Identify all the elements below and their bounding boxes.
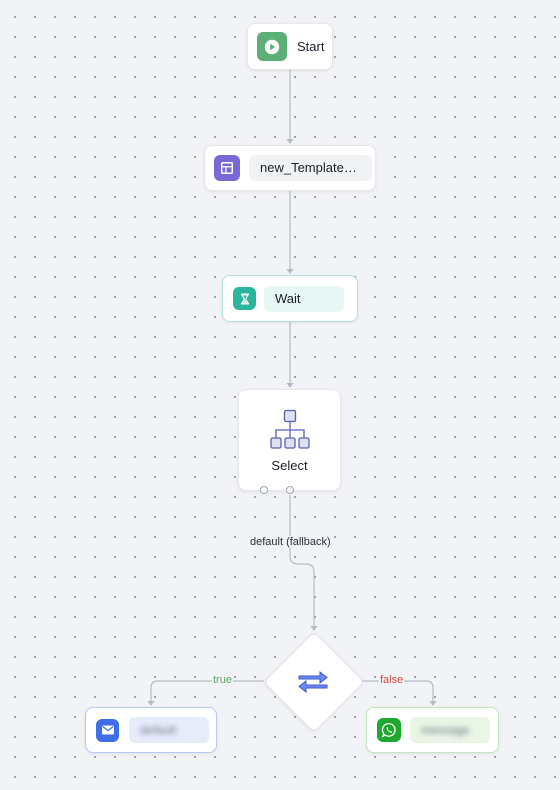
start-node-label: Start — [297, 39, 325, 54]
play-icon — [257, 32, 287, 61]
edge-select-condition — [289, 495, 315, 628]
hierarchy-icon — [269, 409, 310, 449]
arrow-head-whatsapp — [429, 701, 437, 706]
select-node[interactable]: Select — [238, 389, 341, 491]
email-node-label: default — [140, 723, 177, 737]
edge-label-fallback: default (fallback) — [249, 536, 332, 548]
wait-node[interactable]: Wait — [222, 275, 358, 322]
whatsapp-node-label: message — [421, 723, 470, 737]
select-node-label: Select — [271, 457, 308, 473]
edge-label-false: false — [379, 674, 405, 686]
arrow-head-template — [286, 139, 294, 144]
template-node-label: new_Template_... — [249, 155, 372, 181]
wait-node-label: Wait — [264, 285, 344, 312]
start-node[interactable]: Start — [247, 23, 333, 70]
hourglass-icon — [233, 287, 256, 310]
edge-condition-true — [150, 680, 264, 703]
template-layout-icon — [214, 155, 240, 181]
condition-node[interactable] — [263, 631, 365, 733]
whatsapp-node[interactable]: message — [366, 707, 499, 753]
edge-label-true: true — [212, 674, 233, 686]
arrow-head-select — [286, 383, 294, 388]
arrow-head-email — [147, 701, 155, 706]
email-node[interactable]: default — [85, 707, 217, 753]
swap-arrows-icon — [298, 670, 328, 694]
email-node-label-box: default — [129, 717, 209, 743]
select-output-handle-default[interactable] — [286, 486, 294, 494]
arrow-head-wait — [286, 269, 294, 274]
whatsapp-node-label-box: message — [410, 717, 490, 743]
template-node[interactable]: new_Template_... — [204, 145, 376, 191]
whatsapp-icon — [377, 718, 401, 742]
select-output-handle-left[interactable] — [260, 486, 268, 494]
mail-icon — [96, 718, 119, 742]
